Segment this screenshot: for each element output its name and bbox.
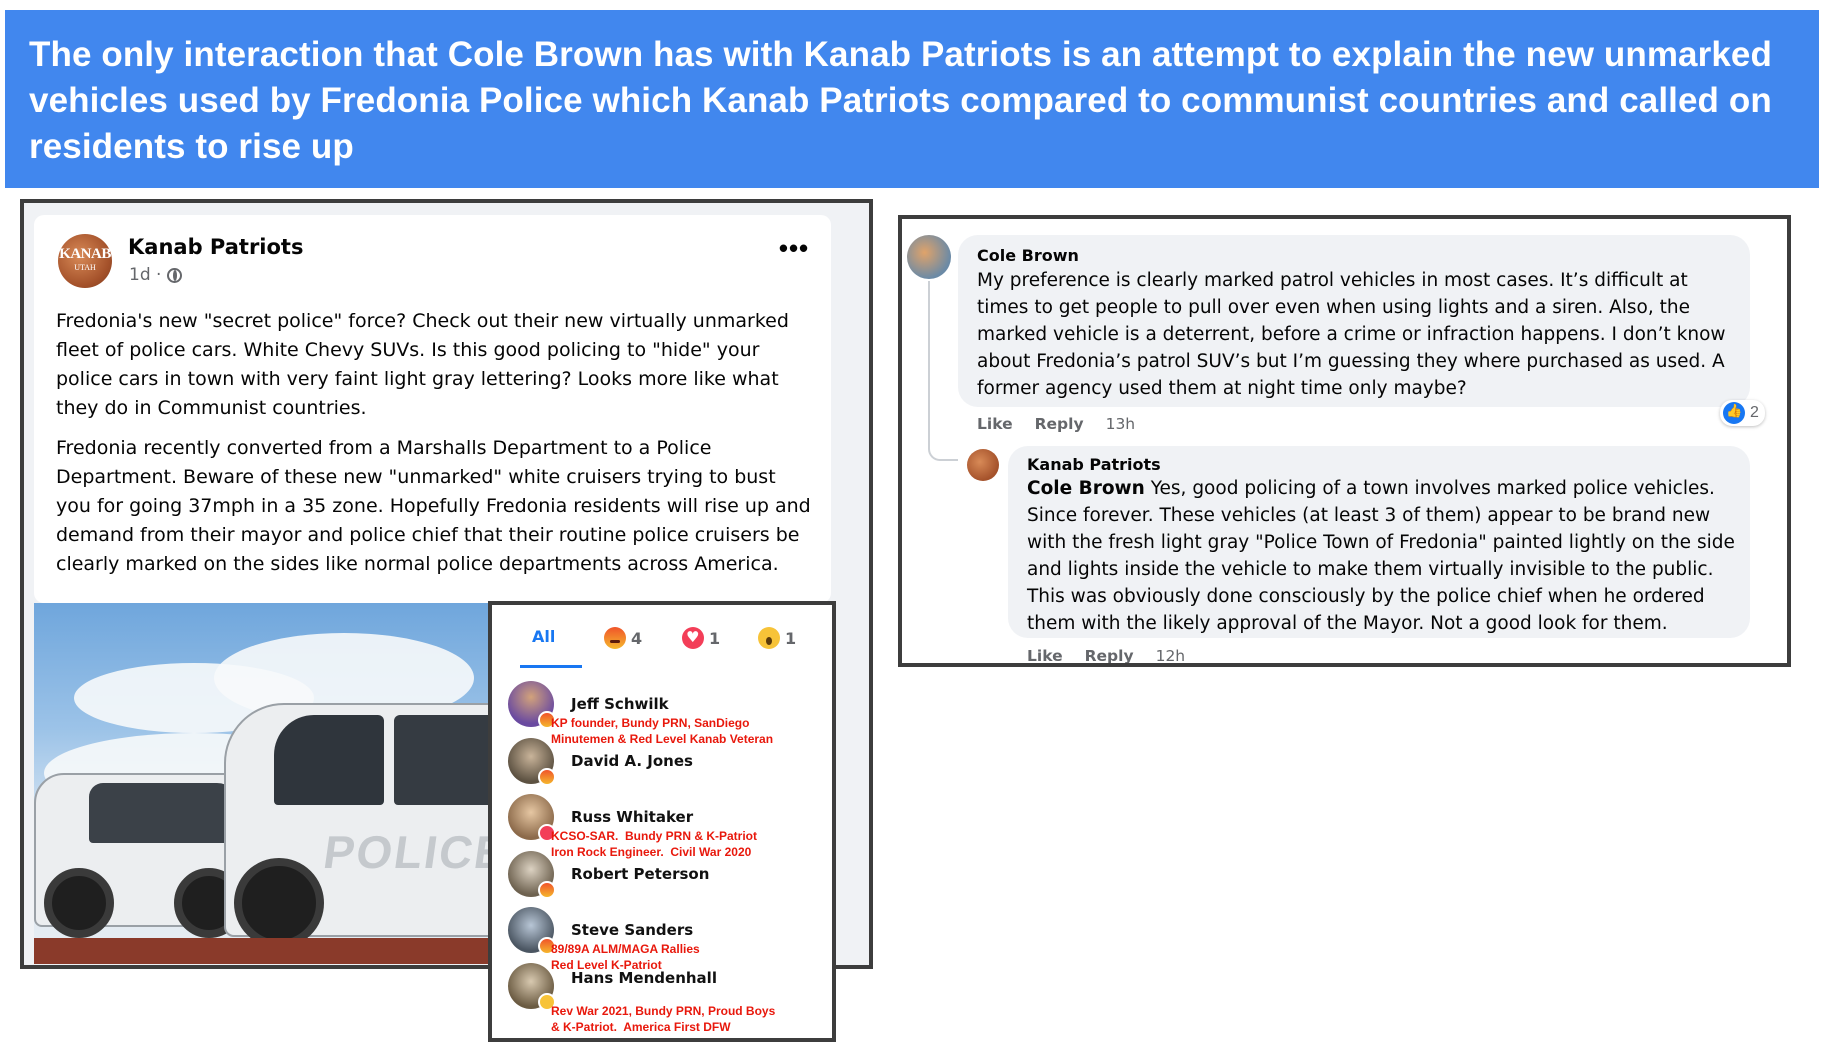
post-time[interactable]: 1d · — [129, 265, 161, 285]
reactions-panel: All 4 1 1 Jeff Schwilk KP founder, Bundy… — [488, 601, 836, 1042]
wheel — [234, 858, 324, 948]
comment-actions: Like Reply 12h — [1027, 647, 1186, 663]
page-avatar[interactable]: KANAB UTAH — [58, 234, 112, 288]
heart-icon — [682, 627, 704, 649]
comment-text: My preference is clearly marked patrol v… — [977, 270, 1726, 399]
reactor-name[interactable]: Jeff Schwilk — [571, 695, 669, 713]
comment-text: Cole Brown Yes, good policing of a town … — [1027, 475, 1743, 637]
tab-count: 1 — [709, 628, 721, 648]
comment-time[interactable]: 12h — [1156, 647, 1186, 663]
tab-count: 4 — [631, 628, 643, 648]
reactor-annotation: Rev War 2021, Bundy PRN, Proud Boys & K-… — [551, 1004, 776, 1034]
like-button[interactable]: Like — [977, 415, 1013, 433]
commenter-name[interactable]: Kanab Patriots — [1027, 455, 1161, 474]
like-count: 2 — [1750, 404, 1759, 421]
avatar[interactable] — [907, 235, 951, 279]
wheel — [44, 868, 114, 938]
more-options-button[interactable]: ••• — [774, 235, 814, 267]
suv-window — [274, 715, 384, 805]
active-tab-underline — [520, 665, 582, 668]
reactor-name[interactable]: David A. Jones — [571, 752, 693, 770]
post-author[interactable]: Kanab Patriots — [128, 235, 303, 259]
police-lettering: POLICE — [320, 826, 511, 878]
reactor-annotation: KP founder, Bundy PRN, SanDiego Minuteme… — [551, 716, 774, 746]
angry-icon — [538, 881, 556, 899]
thumbs-up-icon — [1723, 402, 1745, 424]
headline-text: The only interaction that Cole Brown has… — [29, 35, 1772, 166]
reactor-name[interactable]: Hans Mendenhall — [571, 969, 717, 987]
reactor-name[interactable]: Steve Sanders — [571, 921, 693, 939]
tab-label: All — [532, 627, 556, 646]
globe-icon — [167, 267, 183, 283]
wow-icon — [758, 627, 780, 649]
reply-button[interactable]: Reply — [1085, 647, 1134, 663]
reactor-annotation: KCSO-SAR. Bundy PRN & K-Patriot Iron Roc… — [551, 829, 758, 859]
tab-wow[interactable]: 1 — [758, 627, 796, 649]
reactor-name[interactable]: Robert Peterson — [571, 865, 709, 883]
avatar[interactable] — [967, 449, 999, 481]
angry-icon — [604, 627, 626, 649]
comments-frame: Cole Brown My preference is clearly mark… — [898, 215, 1791, 667]
headline-banner: The only interaction that Cole Brown has… — [5, 10, 1819, 188]
reply-button[interactable]: Reply — [1035, 415, 1084, 433]
tab-all[interactable]: All — [532, 627, 555, 646]
post-card: KANAB UTAH Kanab Patriots 1d · ••• Fredo… — [34, 215, 831, 603]
tab-love[interactable]: 1 — [682, 627, 720, 649]
avatar-logo-subtext: UTAH — [74, 263, 96, 272]
avatar-logo-text: KANAB — [59, 246, 111, 262]
like-count-pill[interactable]: 2 — [1720, 400, 1765, 426]
comment-actions: Like Reply 13h — [977, 415, 1135, 433]
reply-thread-line — [928, 281, 958, 461]
commenter-name[interactable]: Cole Brown — [977, 246, 1079, 265]
post-body: Fredonia's new "secret police" force? Ch… — [56, 307, 816, 590]
angry-icon — [538, 768, 556, 786]
comment-body: Yes, good policing of a town involves ma… — [1027, 478, 1735, 634]
post-paragraph: Fredonia recently converted from a Marsh… — [56, 437, 811, 575]
tab-angry[interactable]: 4 — [604, 627, 642, 649]
mention-link[interactable]: Cole Brown — [1027, 478, 1145, 499]
reactor-name[interactable]: Russ Whitaker — [571, 808, 693, 826]
like-button[interactable]: Like — [1027, 647, 1063, 663]
suv-window — [89, 783, 239, 843]
tab-count: 1 — [785, 628, 797, 648]
post-paragraph: Fredonia's new "secret police" force? Ch… — [56, 310, 789, 419]
post-meta: 1d · — [129, 265, 183, 285]
comment-time[interactable]: 13h — [1106, 415, 1136, 433]
reaction-tabs: All 4 1 1 — [506, 623, 826, 669]
